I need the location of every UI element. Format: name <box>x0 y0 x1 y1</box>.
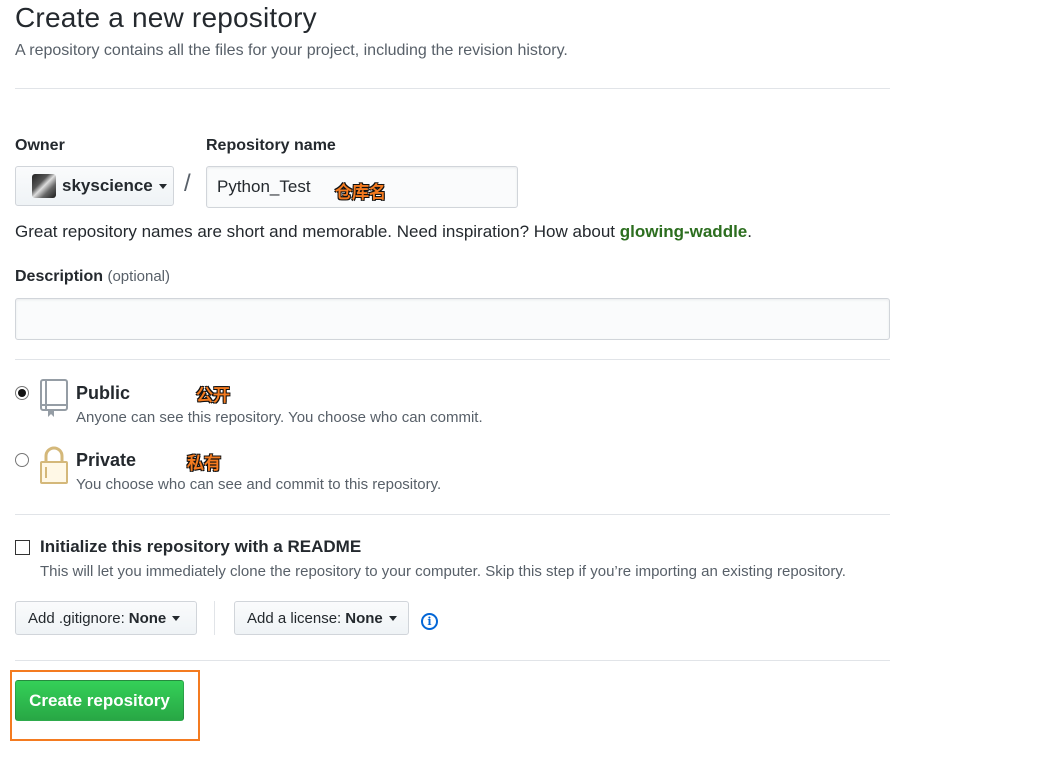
page-title: Create a new repository <box>15 2 317 33</box>
public-note: Anyone can see this repository. You choo… <box>76 409 483 426</box>
description-label-text: Description <box>15 268 104 285</box>
info-icon[interactable]: i <box>421 613 438 630</box>
repo-name-label: Repository name <box>206 137 336 154</box>
vertical-divider <box>214 601 215 635</box>
description-label: Description (optional) <box>15 268 170 286</box>
repo-book-icon <box>40 379 68 417</box>
readme-checkbox[interactable] <box>15 540 30 555</box>
owner-select[interactable]: skyscience <box>15 166 174 206</box>
divider <box>15 660 890 661</box>
public-title: Public <box>76 383 131 403</box>
readme-label: Initialize this repository with a README <box>40 537 362 556</box>
gitignore-dropdown[interactable]: Add .gitignore: None <box>15 601 197 635</box>
license-label: Add a license: <box>247 609 342 627</box>
caret-down-icon <box>158 183 167 189</box>
private-annotation: 私有 <box>187 454 221 473</box>
owner-name: skyscience <box>62 176 153 195</box>
public-annotation: 公开 <box>196 386 230 405</box>
name-hint-end: . <box>747 222 752 241</box>
lock-icon <box>40 446 68 484</box>
avatar <box>32 174 56 198</box>
create-repository-button[interactable]: Create repository <box>15 680 184 721</box>
gitignore-value: None <box>128 609 167 627</box>
page-subtitle: A repository contains all the files for … <box>15 42 568 59</box>
optional-tag: (optional) <box>107 268 171 285</box>
owner-repo-separator: / <box>184 170 191 197</box>
caret-down-icon <box>172 615 181 621</box>
owner-label: Owner <box>15 137 65 154</box>
description-input[interactable] <box>15 298 890 340</box>
private-radio[interactable] <box>15 453 29 467</box>
name-suggestion-link[interactable]: glowing-waddle <box>620 222 748 241</box>
license-dropdown[interactable]: Add a license: None <box>234 601 409 635</box>
name-hint-text: Great repository names are short and mem… <box>15 222 620 241</box>
divider <box>15 88 890 89</box>
public-radio[interactable] <box>15 386 29 400</box>
divider <box>15 514 890 515</box>
name-hint: Great repository names are short and mem… <box>15 222 752 242</box>
gitignore-label: Add .gitignore: <box>28 609 125 627</box>
private-note: You choose who can see and commit to thi… <box>76 476 442 493</box>
caret-down-icon <box>388 615 397 621</box>
radio-selected-dot <box>18 389 26 397</box>
readme-note: This will let you immediately clone the … <box>40 563 846 580</box>
divider <box>15 359 890 360</box>
private-title: Private <box>76 450 137 470</box>
repo-name-annotation: 仓库名 <box>335 183 386 202</box>
license-value: None <box>345 609 383 627</box>
